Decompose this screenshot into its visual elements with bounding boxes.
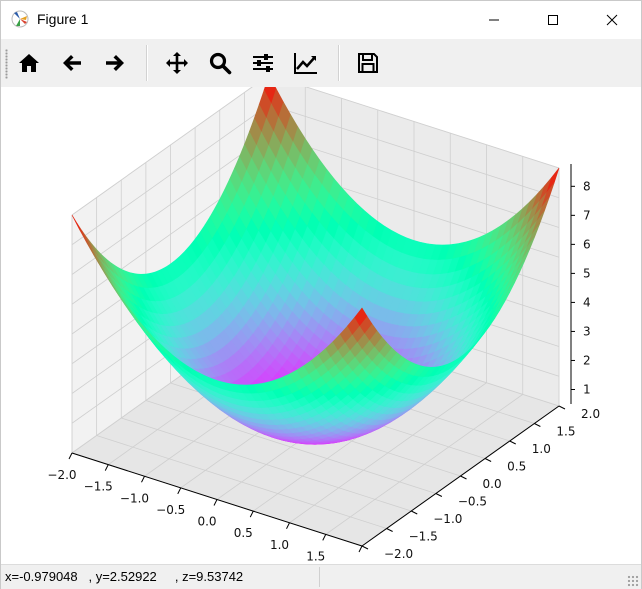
maximize-icon <box>548 15 558 25</box>
title-bar[interactable]: Figure 1 <box>1 1 641 39</box>
y-tick <box>411 510 418 515</box>
x-tick <box>141 476 145 483</box>
z-tick-label: 7 <box>583 208 591 222</box>
sliders-icon <box>253 54 273 72</box>
y-tick-label: 1.0 <box>532 442 551 456</box>
resize-grip-icon[interactable] <box>627 575 639 587</box>
y-tick-label: 2.0 <box>581 407 600 421</box>
z-tick-label: 3 <box>583 324 591 338</box>
back-button[interactable] <box>53 43 91 83</box>
magnifier-icon <box>209 52 232 75</box>
toolbar-grip[interactable] <box>5 49 8 79</box>
figure-window: Figure 1 −2.0 −1.5 −1.0 −0.5 0.0 0.5 1.0… <box>0 0 642 589</box>
x-tick-label: 0.5 <box>234 526 253 540</box>
z-tick-label: 8 <box>583 179 591 193</box>
z-tick-label: 5 <box>583 266 591 280</box>
y-tick-label: −1.0 <box>433 512 462 526</box>
x-tick-label: −2.0 <box>47 468 76 482</box>
x-tick-label: 1.5 <box>306 549 325 563</box>
maximize-button[interactable] <box>530 1 576 39</box>
x-tick <box>249 510 254 518</box>
home-icon <box>19 54 39 72</box>
line-chart-icon <box>294 53 317 74</box>
z-tick-label: 6 <box>583 237 591 251</box>
arrow-left-icon <box>63 55 81 71</box>
status-separator <box>319 567 320 587</box>
edit-axis-button[interactable] <box>287 43 325 83</box>
home-button[interactable] <box>10 43 48 83</box>
arrow-right-icon <box>106 55 124 71</box>
minimize-button[interactable] <box>471 1 517 39</box>
y-tick <box>509 440 516 445</box>
y-tick <box>484 458 492 462</box>
x-tick <box>177 487 182 495</box>
x-tick <box>358 545 363 553</box>
y-tick <box>435 493 443 497</box>
x-tick-label: −1.0 <box>120 491 149 505</box>
surface-plot[interactable]: −2.0−1.5−1.0−0.50.00.51.01.52.0−2.0−1.5−… <box>1 74 641 575</box>
forward-button[interactable] <box>96 43 134 83</box>
cursor-coordinates: x=-0.979048 , y=2.52922 , z=9.53742 <box>5 569 244 584</box>
close-icon <box>606 14 618 26</box>
y-tick-label: 1.5 <box>556 425 575 439</box>
x-tick-label: 0.0 <box>197 515 216 529</box>
x-tick-label: 2.0 <box>342 561 361 563</box>
navigation-toolbar <box>1 39 641 88</box>
y-tick-label: −1.5 <box>409 530 438 544</box>
figure-canvas[interactable]: −2.0−1.5−1.0−0.50.00.51.01.52.0−2.0−1.5−… <box>1 74 641 575</box>
status-bar: x=-0.979048 , y=2.52922 , z=9.53742 <box>1 564 641 589</box>
y-tick-label: −0.5 <box>458 495 487 509</box>
configure-subplots-button[interactable] <box>244 43 282 83</box>
y-tick-label: 0.5 <box>507 460 526 474</box>
x-tick-label: 1.0 <box>270 538 289 552</box>
z-tick-label: 2 <box>583 353 591 367</box>
pan-button[interactable] <box>158 43 196 83</box>
y-tick <box>386 528 393 532</box>
move-icon <box>166 52 188 74</box>
y-tick <box>534 423 541 427</box>
x-tick <box>104 464 109 471</box>
save-button[interactable] <box>349 43 387 83</box>
y-tick <box>361 545 369 550</box>
zoom-button[interactable] <box>201 43 239 83</box>
floppy-disk-icon <box>358 53 378 73</box>
close-button[interactable] <box>589 1 635 39</box>
toolbar-separator <box>146 45 148 81</box>
x-tick <box>68 452 73 460</box>
matplotlib-logo-icon <box>11 10 29 28</box>
x-tick <box>322 534 327 541</box>
x-tick <box>213 499 218 506</box>
y-tick <box>460 475 467 480</box>
z-tick-label: 1 <box>583 382 591 396</box>
y-tick <box>558 405 566 410</box>
y-tick-label: 0.0 <box>483 477 502 491</box>
minimize-icon <box>489 19 499 21</box>
toolbar-separator <box>338 45 340 81</box>
z-tick-label: 4 <box>583 295 591 309</box>
window-title: Figure 1 <box>37 11 89 27</box>
x-tick-label: −0.5 <box>156 503 185 517</box>
y-tick-label: −2.0 <box>384 547 413 561</box>
x-tick-label: −1.5 <box>84 480 113 494</box>
x-tick <box>286 522 290 529</box>
